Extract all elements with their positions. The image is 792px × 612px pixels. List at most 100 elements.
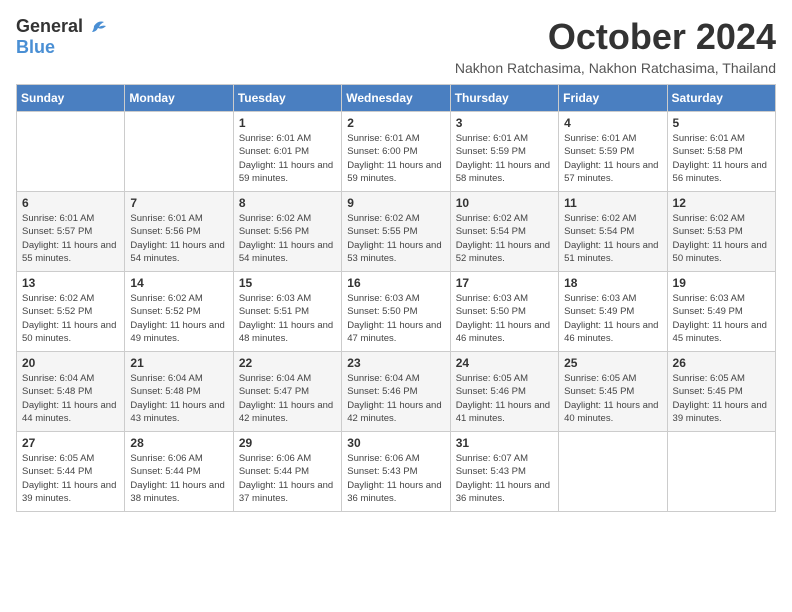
calendar-cell: 28Sunrise: 6:06 AMSunset: 5:44 PMDayligh… <box>125 432 233 512</box>
calendar-cell: 6 Sunrise: 6:01 AMSunset: 5:57 PMDaylight… <box>17 192 125 272</box>
weekday-header-tuesday: Tuesday <box>233 85 341 112</box>
month-title: October 2024 <box>455 16 776 58</box>
calendar-cell <box>559 432 667 512</box>
calendar-cell: 9 Sunrise: 6:02 AMSunset: 5:55 PMDaylight… <box>342 192 450 272</box>
calendar-cell: 3 Sunrise: 6:01 AMSunset: 5:59 PMDaylight… <box>450 112 558 192</box>
day-number: 13 <box>22 276 119 290</box>
weekday-header-sunday: Sunday <box>17 85 125 112</box>
calendar-cell: 22Sunrise: 6:04 AMSunset: 5:47 PMDayligh… <box>233 352 341 432</box>
day-info: Sunrise: 6:03 AMSunset: 5:50 PMDaylight:… <box>456 292 553 345</box>
day-info: Sunrise: 6:01 AMSunset: 6:01 PMDaylight:… <box>239 132 336 185</box>
weekday-header-saturday: Saturday <box>667 85 775 112</box>
day-info: Sunrise: 6:05 AMSunset: 5:44 PMDaylight:… <box>22 452 119 505</box>
day-number: 19 <box>673 276 770 290</box>
day-info: Sunrise: 6:04 AMSunset: 5:46 PMDaylight:… <box>347 372 444 425</box>
day-number: 12 <box>673 196 770 210</box>
day-number: 1 <box>239 116 336 130</box>
weekday-header-row: SundayMondayTuesdayWednesdayThursdayFrid… <box>17 85 776 112</box>
location-subtitle: Nakhon Ratchasima, Nakhon Ratchasima, Th… <box>455 60 776 76</box>
day-info: Sunrise: 6:01 AMSunset: 5:58 PMDaylight:… <box>673 132 770 185</box>
calendar-cell: 5 Sunrise: 6:01 AMSunset: 5:58 PMDaylight… <box>667 112 775 192</box>
day-info: Sunrise: 6:07 AMSunset: 5:43 PMDaylight:… <box>456 452 553 505</box>
day-number: 21 <box>130 356 227 370</box>
day-number: 22 <box>239 356 336 370</box>
calendar-cell: 29 Sunrise: 6:06 AMSunset: 5:44 PMDayligh… <box>233 432 341 512</box>
calendar-cell: 1 Sunrise: 6:01 AMSunset: 6:01 PMDaylight… <box>233 112 341 192</box>
day-info: Sunrise: 6:01 AMSunset: 5:59 PMDaylight:… <box>564 132 661 185</box>
calendar-cell <box>125 112 233 192</box>
calendar-cell <box>17 112 125 192</box>
day-info: Sunrise: 6:05 AMSunset: 5:46 PMDaylight:… <box>456 372 553 425</box>
day-info: Sunrise: 6:05 AMSunset: 5:45 PMDaylight:… <box>564 372 661 425</box>
day-info: Sunrise: 6:02 AMSunset: 5:53 PMDaylight:… <box>673 212 770 265</box>
day-info: Sunrise: 6:02 AMSunset: 5:55 PMDaylight:… <box>347 212 444 265</box>
calendar-cell: 12 Sunrise: 6:02 AMSunset: 5:53 PMDayligh… <box>667 192 775 272</box>
day-info: Sunrise: 6:06 AMSunset: 5:43 PMDaylight:… <box>347 452 444 505</box>
day-number: 6 <box>22 196 119 210</box>
calendar-table: SundayMondayTuesdayWednesdayThursdayFrid… <box>16 84 776 512</box>
day-info: Sunrise: 6:02 AMSunset: 5:54 PMDaylight:… <box>564 212 661 265</box>
day-number: 9 <box>347 196 444 210</box>
calendar-cell: 19 Sunrise: 6:03 AMSunset: 5:49 PMDayligh… <box>667 272 775 352</box>
day-number: 24 <box>456 356 553 370</box>
calendar-cell: 10 Sunrise: 6:02 AMSunset: 5:54 PMDayligh… <box>450 192 558 272</box>
day-info: Sunrise: 6:04 AMSunset: 5:48 PMDaylight:… <box>22 372 119 425</box>
weekday-header-friday: Friday <box>559 85 667 112</box>
calendar-week-row: 27Sunrise: 6:05 AMSunset: 5:44 PMDayligh… <box>17 432 776 512</box>
day-info: Sunrise: 6:01 AMSunset: 5:56 PMDaylight:… <box>130 212 227 265</box>
day-info: Sunrise: 6:03 AMSunset: 5:51 PMDaylight:… <box>239 292 336 345</box>
day-number: 18 <box>564 276 661 290</box>
calendar-cell: 26Sunrise: 6:05 AMSunset: 5:45 PMDayligh… <box>667 352 775 432</box>
calendar-cell: 30 Sunrise: 6:06 AMSunset: 5:43 PMDayligh… <box>342 432 450 512</box>
calendar-cell: 15Sunrise: 6:03 AMSunset: 5:51 PMDayligh… <box>233 272 341 352</box>
day-info: Sunrise: 6:01 AMSunset: 5:57 PMDaylight:… <box>22 212 119 265</box>
logo-general-text: General <box>16 16 83 37</box>
calendar-cell: 21Sunrise: 6:04 AMSunset: 5:48 PMDayligh… <box>125 352 233 432</box>
day-number: 14 <box>130 276 227 290</box>
day-info: Sunrise: 6:01 AMSunset: 5:59 PMDaylight:… <box>456 132 553 185</box>
day-info: Sunrise: 6:02 AMSunset: 5:54 PMDaylight:… <box>456 212 553 265</box>
calendar-cell: 20 Sunrise: 6:04 AMSunset: 5:48 PMDayligh… <box>17 352 125 432</box>
calendar-cell: 7 Sunrise: 6:01 AMSunset: 5:56 PMDaylight… <box>125 192 233 272</box>
calendar-cell: 17Sunrise: 6:03 AMSunset: 5:50 PMDayligh… <box>450 272 558 352</box>
day-number: 25 <box>564 356 661 370</box>
title-section: October 2024 Nakhon Ratchasima, Nakhon R… <box>455 16 776 76</box>
day-info: Sunrise: 6:03 AMSunset: 5:49 PMDaylight:… <box>673 292 770 345</box>
day-number: 30 <box>347 436 444 450</box>
weekday-header-monday: Monday <box>125 85 233 112</box>
weekday-header-wednesday: Wednesday <box>342 85 450 112</box>
day-number: 23 <box>347 356 444 370</box>
day-info: Sunrise: 6:02 AMSunset: 5:56 PMDaylight:… <box>239 212 336 265</box>
calendar-cell: 18 Sunrise: 6:03 AMSunset: 5:49 PMDayligh… <box>559 272 667 352</box>
page-header: General Blue October 2024 Nakhon Ratchas… <box>16 16 776 76</box>
day-number: 7 <box>130 196 227 210</box>
day-number: 11 <box>564 196 661 210</box>
calendar-cell: 11 Sunrise: 6:02 AMSunset: 5:54 PMDayligh… <box>559 192 667 272</box>
day-number: 31 <box>456 436 553 450</box>
calendar-cell: 16 Sunrise: 6:03 AMSunset: 5:50 PMDayligh… <box>342 272 450 352</box>
day-info: Sunrise: 6:05 AMSunset: 5:45 PMDaylight:… <box>673 372 770 425</box>
calendar-cell: 13 Sunrise: 6:02 AMSunset: 5:52 PMDayligh… <box>17 272 125 352</box>
day-number: 20 <box>22 356 119 370</box>
weekday-header-thursday: Thursday <box>450 85 558 112</box>
day-number: 10 <box>456 196 553 210</box>
day-info: Sunrise: 6:03 AMSunset: 5:49 PMDaylight:… <box>564 292 661 345</box>
calendar-cell: 8Sunrise: 6:02 AMSunset: 5:56 PMDaylight… <box>233 192 341 272</box>
calendar-week-row: 13 Sunrise: 6:02 AMSunset: 5:52 PMDayligh… <box>17 272 776 352</box>
calendar-week-row: 20 Sunrise: 6:04 AMSunset: 5:48 PMDayligh… <box>17 352 776 432</box>
day-number: 3 <box>456 116 553 130</box>
logo: General Blue <box>16 16 106 58</box>
calendar-cell: 14Sunrise: 6:02 AMSunset: 5:52 PMDayligh… <box>125 272 233 352</box>
day-number: 29 <box>239 436 336 450</box>
day-info: Sunrise: 6:02 AMSunset: 5:52 PMDaylight:… <box>22 292 119 345</box>
day-info: Sunrise: 6:01 AMSunset: 6:00 PMDaylight:… <box>347 132 444 185</box>
day-number: 16 <box>347 276 444 290</box>
calendar-cell: 27Sunrise: 6:05 AMSunset: 5:44 PMDayligh… <box>17 432 125 512</box>
calendar-cell: 4Sunrise: 6:01 AMSunset: 5:59 PMDaylight… <box>559 112 667 192</box>
logo-bird-icon <box>84 18 106 34</box>
day-info: Sunrise: 6:03 AMSunset: 5:50 PMDaylight:… <box>347 292 444 345</box>
day-number: 5 <box>673 116 770 130</box>
day-info: Sunrise: 6:06 AMSunset: 5:44 PMDaylight:… <box>239 452 336 505</box>
calendar-cell: 31 Sunrise: 6:07 AMSunset: 5:43 PMDayligh… <box>450 432 558 512</box>
calendar-cell <box>667 432 775 512</box>
